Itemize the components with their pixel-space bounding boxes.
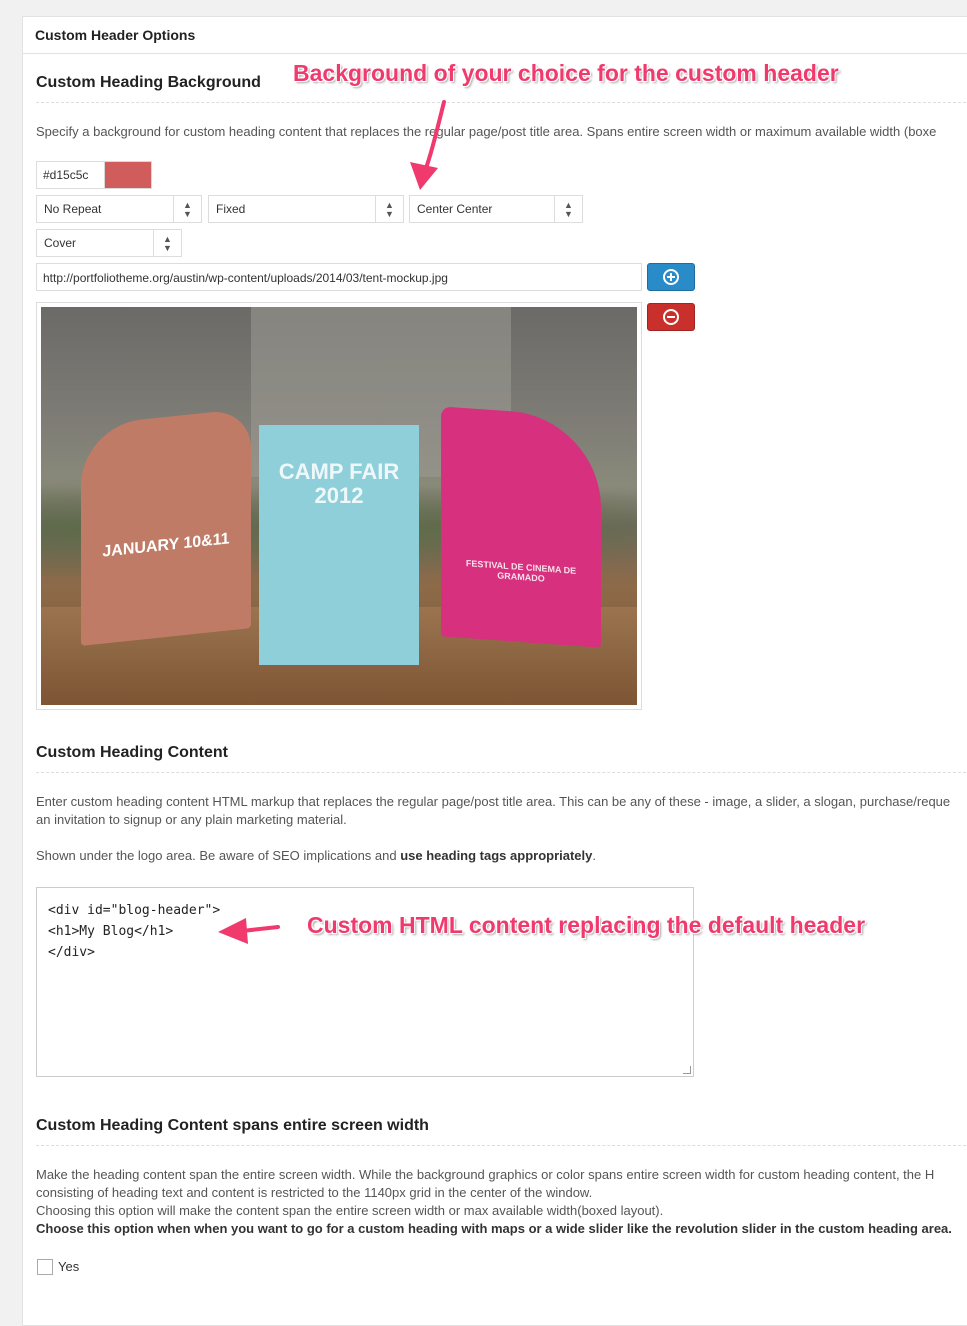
image-preview: JANUARY 10&11 CAMP FAIR 2012 FESTIVAL DE…: [36, 302, 642, 710]
minus-circle-icon: [663, 309, 679, 325]
select-arrows-icon: ▲ ▼: [554, 196, 582, 222]
span-description-line2: consisting of heading text and content i…: [36, 1185, 593, 1200]
tent-card-right: FESTIVAL DE CINEMA DE GRAMADO: [441, 406, 601, 648]
content-description-line2: an invitation to signup or any plain mar…: [36, 812, 347, 827]
content-description-line1: Enter custom heading content HTML markup…: [36, 794, 951, 809]
tent-card-left: JANUARY 10&11: [81, 408, 251, 646]
span-section-title: Custom Heading Content spans entire scre…: [36, 1117, 429, 1134]
annotation-content: Custom HTML content replacing the defaul…: [307, 912, 866, 938]
position-select[interactable]: Center Center ▲ ▼: [409, 195, 583, 223]
position-select-value: Center Center: [417, 202, 493, 216]
remove-image-button[interactable]: [647, 303, 695, 331]
preview-photo: JANUARY 10&11 CAMP FAIR 2012 FESTIVAL DE…: [41, 307, 637, 705]
content-section-title: Custom Heading Content: [36, 744, 228, 761]
section-divider: [36, 772, 967, 773]
section-divider: [36, 102, 967, 103]
span-width-checkbox-label[interactable]: Yes: [58, 1259, 79, 1274]
span-description-line1: Make the heading content span the entire…: [36, 1167, 935, 1182]
custom-header-options-panel: Custom Header Options Custom Heading Bac…: [22, 16, 967, 1326]
plus-circle-icon: [663, 269, 679, 285]
background-section-title: Custom Heading Background: [36, 74, 261, 91]
heading-content-code: <div id="blog-header"> <h1>My Blog</h1> …: [48, 903, 221, 960]
size-select-value: Cover: [44, 236, 77, 250]
annotation-background: Background of your choice for the custom…: [293, 60, 839, 86]
attachment-select-value: Fixed: [216, 202, 246, 216]
add-image-button[interactable]: [647, 263, 695, 291]
span-width-checkbox[interactable]: [37, 1259, 53, 1275]
annotation-arrow-down-icon: [410, 100, 446, 190]
section-divider: [36, 1145, 967, 1146]
select-arrows-icon: ▲ ▼: [173, 196, 201, 222]
attachment-select[interactable]: Fixed ▲ ▼: [208, 195, 404, 223]
tent-card-middle: CAMP FAIR 2012: [259, 425, 419, 665]
repeat-select[interactable]: No Repeat ▲ ▼: [36, 195, 202, 223]
select-arrows-icon: ▲ ▼: [375, 196, 403, 222]
background-description: Specify a background for custom heading …: [36, 124, 937, 139]
select-arrows-icon: ▲ ▼: [153, 230, 181, 256]
color-picker-input[interactable]: #d15c5c: [36, 161, 152, 189]
resize-handle-icon[interactable]: [683, 1066, 691, 1074]
size-select[interactable]: Cover ▲ ▼: [36, 229, 182, 257]
color-swatch[interactable]: [104, 161, 152, 189]
panel-title: Custom Header Options: [35, 27, 196, 43]
span-description-line3: Choosing this option will make the conte…: [36, 1203, 664, 1218]
annotation-arrow-left-icon: [218, 918, 280, 944]
repeat-select-value: No Repeat: [44, 202, 102, 216]
image-url-value: http://portfoliotheme.org/austin/wp-cont…: [43, 271, 448, 285]
span-description-line4: Choose this option when when you want to…: [36, 1221, 952, 1236]
color-value: #d15c5c: [43, 168, 89, 182]
content-note: Shown under the logo area. Be aware of S…: [36, 848, 596, 863]
panel-header: Custom Header Options: [23, 17, 967, 54]
image-url-input[interactable]: http://portfoliotheme.org/austin/wp-cont…: [36, 263, 642, 291]
